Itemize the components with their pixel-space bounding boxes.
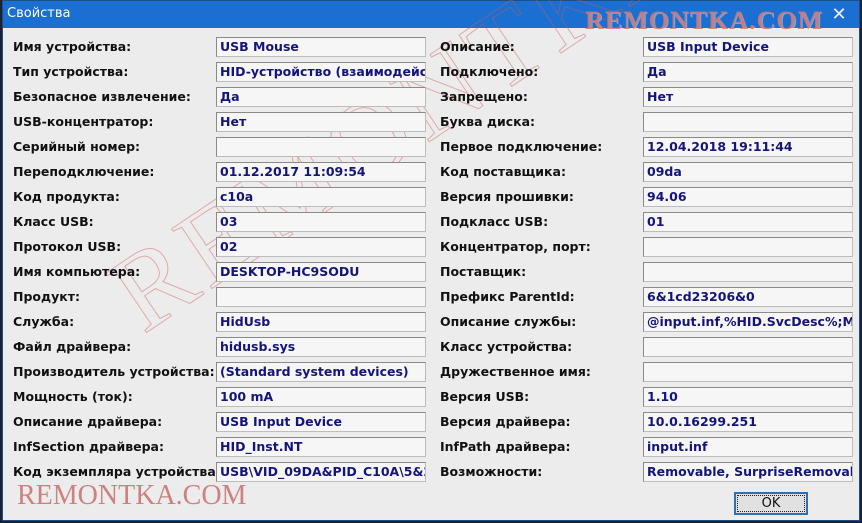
right-field-row: Версия драйвера: 10.0.16299.251 — [3, 412, 861, 432]
field-label: Подкласс USB: — [440, 214, 549, 229]
right-field-row: Класс устройства: — [3, 337, 861, 357]
field-label: Описание службы: — [440, 314, 577, 329]
watermark-bottom: REMONTKA.COM — [17, 480, 247, 511]
field-value[interactable] — [643, 237, 853, 257]
close-icon[interactable]: ✕ — [827, 3, 851, 25]
field-value[interactable]: Да — [643, 62, 853, 82]
field-value[interactable] — [643, 112, 853, 132]
window-title: Свойства — [7, 6, 71, 21]
field-label: Код поставщика: — [440, 164, 566, 179]
field-label: Поставщик: — [440, 264, 527, 279]
right-field-row: Запрещено: Нет — [3, 87, 861, 107]
field-value[interactable]: 6&1cd23206&0 — [643, 287, 853, 307]
right-field-row: Подключено: Да — [3, 62, 861, 82]
field-value[interactable] — [643, 362, 853, 382]
properties-dialog: Свойства ✕ REMONTKA.COM REMONTKA.COM Имя… — [2, 0, 862, 521]
field-value[interactable]: @input.inf,%HID.SvcDesc%;Mic — [643, 312, 853, 332]
ok-button[interactable]: OK — [734, 492, 808, 515]
field-value[interactable]: Нет — [643, 87, 853, 107]
right-field-row: InfPath драйвера: input.inf — [3, 437, 861, 457]
right-field-row: Поставщик: — [3, 262, 861, 282]
field-label: Дружественное имя: — [440, 364, 591, 379]
right-field-row: Концентратор, порт: — [3, 237, 861, 257]
field-label: Подключено: — [440, 64, 539, 79]
right-field-row: Префикс ParentId: 6&1cd23206&0 — [3, 287, 861, 307]
field-label: Возможности: — [440, 464, 543, 479]
field-label: Префикс ParentId: — [440, 289, 575, 304]
right-field-row: Первое подключение: 12.04.2018 19:11:44 — [3, 137, 861, 157]
field-label: Версия драйвера: — [440, 414, 571, 429]
field-value[interactable]: 09da — [643, 162, 853, 182]
field-label: InfPath драйвера: — [440, 439, 571, 454]
field-value[interactable]: 12.04.2018 19:11:44 — [643, 137, 853, 157]
field-label: Описание: — [440, 39, 515, 54]
title-bar[interactable]: Свойства ✕ — [3, 1, 859, 28]
right-field-row: Дружественное имя: — [3, 362, 861, 382]
field-value[interactable] — [643, 337, 853, 357]
field-label: Концентратор, порт: — [440, 239, 591, 254]
field-value[interactable]: Removable, SurpriseRemovalO — [643, 462, 853, 482]
right-field-row: Описание: USB Input Device — [3, 37, 861, 57]
field-label: Версия прошивки: — [440, 189, 574, 204]
field-label: Версия USB: — [440, 389, 530, 404]
right-field-row: Подкласс USB: 01 — [3, 212, 861, 232]
field-value[interactable]: 10.0.16299.251 — [643, 412, 853, 432]
field-label: Буква диска: — [440, 114, 536, 129]
field-value[interactable]: 01 — [643, 212, 853, 232]
field-value[interactable]: 1.10 — [643, 387, 853, 407]
right-field-row: Версия USB: 1.10 — [3, 387, 861, 407]
field-value[interactable]: USB Input Device — [643, 37, 853, 57]
field-label: Класс устройства: — [440, 339, 573, 354]
right-field-row: Буква диска: — [3, 112, 861, 132]
field-value[interactable] — [643, 262, 853, 282]
field-label: Первое подключение: — [440, 139, 603, 154]
right-field-row: Возможности: Removable, SurpriseRemovalO — [3, 462, 861, 482]
right-field-row: Версия прошивки: 94.06 — [3, 187, 861, 207]
field-value[interactable]: input.inf — [643, 437, 853, 457]
right-field-row: Код поставщика: 09da — [3, 162, 861, 182]
right-field-row: Описание службы: @input.inf,%HID.SvcDesc%… — [3, 312, 861, 332]
field-label: Запрещено: — [440, 89, 528, 104]
field-value[interactable]: 94.06 — [643, 187, 853, 207]
